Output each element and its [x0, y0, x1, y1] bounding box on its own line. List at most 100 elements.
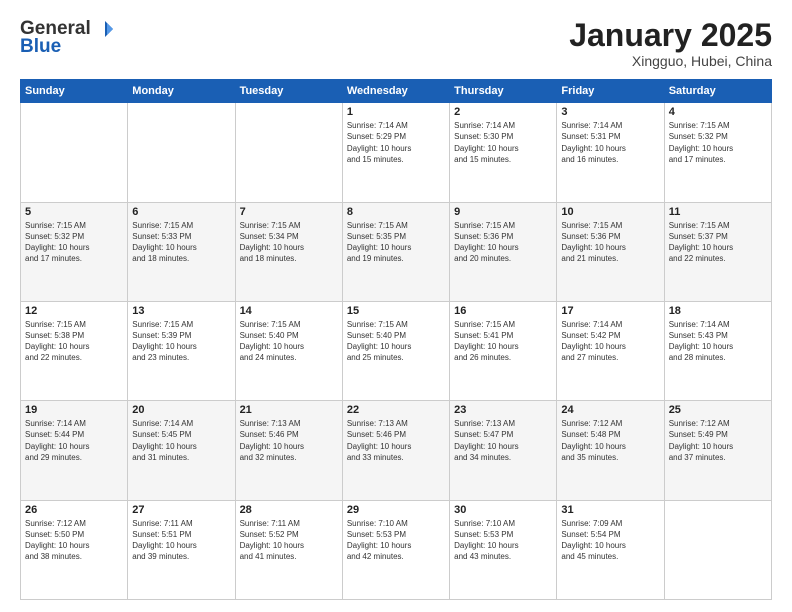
day-info: Sunrise: 7:12 AMSunset: 5:48 PMDaylight:…	[561, 418, 659, 463]
day-info: Sunrise: 7:14 AMSunset: 5:29 PMDaylight:…	[347, 120, 445, 165]
table-row: 5 Sunrise: 7:15 AMSunset: 5:32 PMDaylight…	[21, 202, 128, 301]
location-subtitle: Xingguo, Hubei, China	[569, 53, 772, 69]
calendar-week-row: 19 Sunrise: 7:14 AMSunset: 5:44 PMDayligh…	[21, 401, 772, 500]
table-row: 28 Sunrise: 7:11 AMSunset: 5:52 PMDayligh…	[235, 500, 342, 599]
col-friday: Friday	[557, 80, 664, 103]
day-info: Sunrise: 7:12 AMSunset: 5:50 PMDaylight:…	[25, 518, 123, 563]
col-wednesday: Wednesday	[342, 80, 449, 103]
table-row: 30Sunrise: 7:10 AMSunset: 5:53 PMDayligh…	[450, 500, 557, 599]
table-row: 21 Sunrise: 7:13 AMSunset: 5:46 PMDayligh…	[235, 401, 342, 500]
table-row: 26 Sunrise: 7:12 AMSunset: 5:50 PMDayligh…	[21, 500, 128, 599]
day-number: 2	[454, 106, 552, 118]
day-number: 11	[669, 206, 767, 218]
day-number: 4	[669, 106, 767, 118]
table-row: 13 Sunrise: 7:15 AMSunset: 5:39 PMDayligh…	[128, 301, 235, 400]
table-row: 20Sunrise: 7:14 AMSunset: 5:45 PMDayligh…	[128, 401, 235, 500]
day-info: Sunrise: 7:11 AMSunset: 5:52 PMDaylight:…	[240, 518, 338, 563]
day-number: 10	[561, 206, 659, 218]
day-number: 28	[240, 504, 338, 516]
day-number: 9	[454, 206, 552, 218]
day-info: Sunrise: 7:13 AMSunset: 5:46 PMDaylight:…	[347, 418, 445, 463]
day-number: 14	[240, 305, 338, 317]
table-row: 17 Sunrise: 7:14 AMSunset: 5:42 PMDayligh…	[557, 301, 664, 400]
table-row: 9 Sunrise: 7:15 AMSunset: 5:36 PMDaylight…	[450, 202, 557, 301]
day-info: Sunrise: 7:15 AMSunset: 5:40 PMDaylight:…	[240, 319, 338, 364]
day-info: Sunrise: 7:15 AMSunset: 5:36 PMDaylight:…	[561, 220, 659, 265]
table-row	[664, 500, 771, 599]
col-thursday: Thursday	[450, 80, 557, 103]
day-number: 17	[561, 305, 659, 317]
table-row: 29 Sunrise: 7:10 AMSunset: 5:53 PMDayligh…	[342, 500, 449, 599]
table-row: 19 Sunrise: 7:14 AMSunset: 5:44 PMDayligh…	[21, 401, 128, 500]
table-row: 14 Sunrise: 7:15 AMSunset: 5:40 PMDayligh…	[235, 301, 342, 400]
day-number: 1	[347, 106, 445, 118]
day-info: Sunrise: 7:14 AMSunset: 5:45 PMDaylight:…	[132, 418, 230, 463]
table-row: 24Sunrise: 7:12 AMSunset: 5:48 PMDayligh…	[557, 401, 664, 500]
day-info: Sunrise: 7:10 AMSunset: 5:53 PMDaylight:…	[454, 518, 552, 563]
title-section: January 2025 Xingguo, Hubei, China	[569, 18, 772, 69]
day-number: 21	[240, 404, 338, 416]
calendar-week-row: 12Sunrise: 7:15 AMSunset: 5:38 PMDayligh…	[21, 301, 772, 400]
table-row: 6 Sunrise: 7:15 AMSunset: 5:33 PMDaylight…	[128, 202, 235, 301]
day-info: Sunrise: 7:10 AMSunset: 5:53 PMDaylight:…	[347, 518, 445, 563]
calendar-header-row: Sunday Monday Tuesday Wednesday Thursday…	[21, 80, 772, 103]
day-number: 8	[347, 206, 445, 218]
day-info: Sunrise: 7:15 AMSunset: 5:41 PMDaylight:…	[454, 319, 552, 364]
col-tuesday: Tuesday	[235, 80, 342, 103]
month-title: January 2025	[569, 18, 772, 53]
day-number: 26	[25, 504, 123, 516]
day-info: Sunrise: 7:15 AMSunset: 5:36 PMDaylight:…	[454, 220, 552, 265]
day-number: 27	[132, 504, 230, 516]
day-info: Sunrise: 7:14 AMSunset: 5:31 PMDaylight:…	[561, 120, 659, 165]
table-row: 31Sunrise: 7:09 AMSunset: 5:54 PMDayligh…	[557, 500, 664, 599]
table-row: 3Sunrise: 7:14 AMSunset: 5:31 PMDaylight…	[557, 103, 664, 202]
table-row: 23Sunrise: 7:13 AMSunset: 5:47 PMDayligh…	[450, 401, 557, 500]
day-info: Sunrise: 7:15 AMSunset: 5:32 PMDaylight:…	[669, 120, 767, 165]
day-info: Sunrise: 7:15 AMSunset: 5:40 PMDaylight:…	[347, 319, 445, 364]
day-info: Sunrise: 7:14 AMSunset: 5:42 PMDaylight:…	[561, 319, 659, 364]
day-info: Sunrise: 7:15 AMSunset: 5:39 PMDaylight:…	[132, 319, 230, 364]
day-info: Sunrise: 7:15 AMSunset: 5:35 PMDaylight:…	[347, 220, 445, 265]
day-number: 15	[347, 305, 445, 317]
day-info: Sunrise: 7:11 AMSunset: 5:51 PMDaylight:…	[132, 518, 230, 563]
day-info: Sunrise: 7:15 AMSunset: 5:37 PMDaylight:…	[669, 220, 767, 265]
day-number: 7	[240, 206, 338, 218]
day-number: 6	[132, 206, 230, 218]
day-info: Sunrise: 7:15 AMSunset: 5:32 PMDaylight:…	[25, 220, 123, 265]
day-info: Sunrise: 7:14 AMSunset: 5:43 PMDaylight:…	[669, 319, 767, 364]
calendar-week-row: 26 Sunrise: 7:12 AMSunset: 5:50 PMDayligh…	[21, 500, 772, 599]
table-row	[21, 103, 128, 202]
day-info: Sunrise: 7:14 AMSunset: 5:44 PMDaylight:…	[25, 418, 123, 463]
day-info: Sunrise: 7:13 AMSunset: 5:46 PMDaylight:…	[240, 418, 338, 463]
table-row: 25 Sunrise: 7:12 AMSunset: 5:49 PMDayligh…	[664, 401, 771, 500]
table-row: 12Sunrise: 7:15 AMSunset: 5:38 PMDayligh…	[21, 301, 128, 400]
logo-icon	[93, 18, 115, 40]
day-number: 13	[132, 305, 230, 317]
table-row: 18 Sunrise: 7:14 AMSunset: 5:43 PMDayligh…	[664, 301, 771, 400]
table-row: 4 Sunrise: 7:15 AMSunset: 5:32 PMDaylight…	[664, 103, 771, 202]
calendar-week-row: 1 Sunrise: 7:14 AMSunset: 5:29 PMDaylight…	[21, 103, 772, 202]
day-info: Sunrise: 7:15 AMSunset: 5:33 PMDaylight:…	[132, 220, 230, 265]
col-saturday: Saturday	[664, 80, 771, 103]
col-sunday: Sunday	[21, 80, 128, 103]
day-info: Sunrise: 7:09 AMSunset: 5:54 PMDaylight:…	[561, 518, 659, 563]
table-row: 8 Sunrise: 7:15 AMSunset: 5:35 PMDaylight…	[342, 202, 449, 301]
day-number: 19	[25, 404, 123, 416]
table-row: 27 Sunrise: 7:11 AMSunset: 5:51 PMDayligh…	[128, 500, 235, 599]
day-info: Sunrise: 7:12 AMSunset: 5:49 PMDaylight:…	[669, 418, 767, 463]
calendar-week-row: 5 Sunrise: 7:15 AMSunset: 5:32 PMDaylight…	[21, 202, 772, 301]
day-number: 22	[347, 404, 445, 416]
logo-blue: Blue	[20, 36, 61, 58]
day-number: 5	[25, 206, 123, 218]
calendar-table: Sunday Monday Tuesday Wednesday Thursday…	[20, 79, 772, 600]
day-info: Sunrise: 7:15 AMSunset: 5:34 PMDaylight:…	[240, 220, 338, 265]
table-row: 10 Sunrise: 7:15 AMSunset: 5:36 PMDayligh…	[557, 202, 664, 301]
logo: General Blue	[20, 18, 115, 58]
day-info: Sunrise: 7:13 AMSunset: 5:47 PMDaylight:…	[454, 418, 552, 463]
day-number: 12	[25, 305, 123, 317]
day-number: 29	[347, 504, 445, 516]
day-number: 25	[669, 404, 767, 416]
table-row: 7 Sunrise: 7:15 AMSunset: 5:34 PMDaylight…	[235, 202, 342, 301]
day-number: 18	[669, 305, 767, 317]
day-info: Sunrise: 7:14 AMSunset: 5:30 PMDaylight:…	[454, 120, 552, 165]
